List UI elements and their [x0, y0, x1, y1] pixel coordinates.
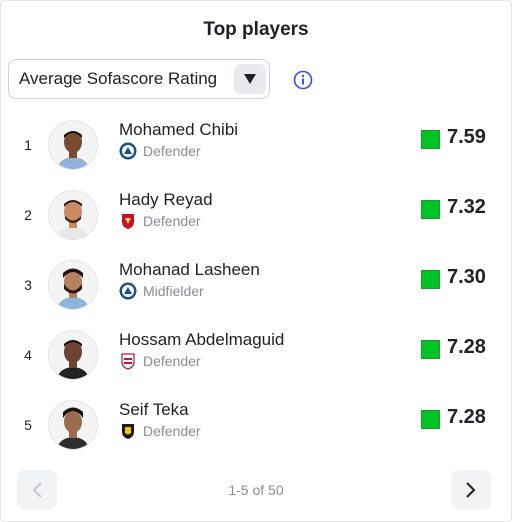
card-title: Top players — [203, 19, 309, 40]
player-rank: 5 — [24, 417, 32, 433]
pagination-label: 1-5 of 50 — [228, 482, 284, 498]
player-position: Defender — [143, 423, 201, 439]
stat-selector-dropdown[interactable]: Average Sofascore Rating — [8, 59, 270, 99]
player-name[interactable]: Seif Teka — [119, 400, 189, 420]
player-position: Midfielder — [143, 283, 204, 299]
player-name[interactable]: Hossam Abdelmaguid — [119, 330, 284, 350]
player-rating: 7.28 — [447, 336, 486, 358]
player-avatar[interactable] — [48, 120, 98, 170]
zamalek-badge-icon — [121, 353, 135, 370]
player-role: Defender — [119, 422, 201, 440]
next-page-button[interactable] — [451, 470, 491, 510]
rating-indicator — [421, 270, 440, 289]
player-rating: 7.32 — [447, 196, 486, 218]
top-players-card: Top players Average Sofascore Rating 1 M… — [0, 0, 512, 522]
player-role: Defender — [119, 352, 201, 370]
player-row[interactable]: 4 Hossam Abdelmaguid Defender 7.28 — [1, 325, 511, 385]
player-row[interactable]: 5 Seif Teka Defender 7.28 — [1, 395, 511, 455]
player-role: Defender — [119, 212, 201, 230]
player-avatar[interactable] — [48, 330, 98, 380]
stat-selector-label: Average Sofascore Rating — [19, 69, 218, 88]
player-rank: 2 — [24, 207, 32, 223]
player-rating: 7.28 — [447, 406, 486, 428]
dropdown-arrow-icon[interactable] — [234, 64, 266, 94]
player-rank: 1 — [24, 137, 32, 153]
player-position: Defender — [143, 143, 201, 159]
player-rating: 7.59 — [447, 126, 486, 148]
player-rating: 7.30 — [447, 266, 486, 288]
player-name[interactable]: Mohamed Chibi — [119, 120, 238, 140]
player-avatar[interactable] — [48, 260, 98, 310]
player-rank: 3 — [24, 277, 32, 293]
pyramids-badge-icon — [119, 282, 137, 300]
player-name[interactable]: Hady Reyad — [119, 190, 213, 210]
player-row[interactable]: 3 Mohanad Lasheen Midfielder 7.30 — [1, 255, 511, 315]
chevron-right-icon — [466, 482, 476, 498]
wadi-degla-badge-icon — [122, 424, 134, 439]
player-position: Defender — [143, 353, 201, 369]
rating-indicator — [421, 410, 440, 429]
info-icon[interactable] — [293, 70, 313, 90]
player-rank: 4 — [24, 347, 32, 363]
player-row[interactable]: 2 Hady Reyad Defender 7.32 — [1, 185, 511, 245]
player-avatar[interactable] — [48, 400, 98, 450]
player-position: Defender — [143, 213, 201, 229]
rating-indicator — [421, 200, 440, 219]
pyramids-badge-icon — [119, 142, 137, 160]
player-role: Defender — [119, 142, 201, 160]
player-role: Midfielder — [119, 282, 204, 300]
player-avatar[interactable] — [48, 190, 98, 240]
rating-indicator — [421, 340, 440, 359]
rating-indicator — [421, 130, 440, 149]
player-name[interactable]: Mohanad Lasheen — [119, 260, 260, 280]
player-row[interactable]: 1 Mohamed Chibi Defender 7.59 — [1, 115, 511, 175]
al-ahly-badge-icon — [122, 214, 134, 229]
